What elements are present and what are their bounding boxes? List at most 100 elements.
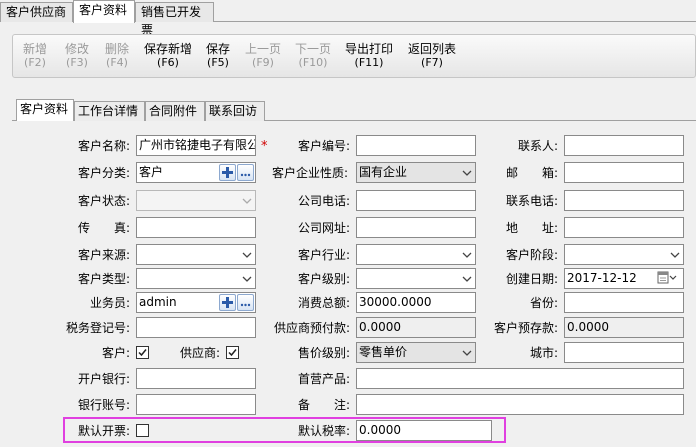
customer-status-select[interactable]: [136, 190, 256, 211]
add-salesman-button[interactable]: [219, 294, 236, 311]
company-nature-value: 国有企业: [359, 165, 408, 179]
price-level-label: 售价级别:: [298, 346, 351, 360]
required-mark: *: [261, 139, 268, 154]
company-phone-label: 公司电话:: [298, 194, 351, 208]
chevron-down-icon: [462, 348, 472, 358]
next-page-button[interactable]: 下一页 (F10): [295, 43, 331, 70]
browse-category-button[interactable]: [237, 164, 254, 181]
add-category-button[interactable]: [219, 164, 236, 181]
customer-no-input[interactable]: [356, 135, 476, 156]
customer-stage-select[interactable]: [564, 244, 684, 265]
is-supplier-checkbox[interactable]: [226, 346, 239, 359]
postcode-input[interactable]: [564, 162, 684, 183]
customer-prepay-label: 客户预存款:: [494, 321, 559, 335]
tax-reg-no-label: 税务登记号:: [66, 321, 131, 335]
postcode-label: 邮 箱:: [506, 166, 559, 180]
company-website-label: 公司网址:: [298, 221, 351, 235]
company-website-input[interactable]: [356, 217, 476, 238]
city-input[interactable]: [564, 342, 684, 363]
chevron-down-icon: [670, 250, 680, 260]
edit-button[interactable]: 修改 (F3): [65, 43, 89, 70]
supplier-prepay-label: 供应商预付款:: [274, 321, 351, 335]
fax-input[interactable]: [136, 217, 256, 238]
supplier-prepay-input: 0.0000: [356, 317, 476, 338]
customer-source-label: 客户来源:: [78, 248, 131, 262]
customer-industry-label: 客户行业:: [298, 248, 351, 262]
remark-input[interactable]: [356, 394, 684, 415]
created-date-label: 创建日期:: [506, 272, 559, 286]
customer-source-select[interactable]: [136, 244, 256, 265]
sub-tab-bar: 客户资料 工作台详情 合同附件 联系回访: [12, 99, 696, 122]
address-label: 地 址:: [506, 221, 559, 235]
save-button[interactable]: 保存 (F5): [206, 43, 230, 70]
province-label: 省份:: [530, 296, 559, 310]
calendar-icon[interactable]: [657, 271, 677, 285]
default-tax-rate-input[interactable]: 0.0000: [356, 420, 492, 441]
prev-page-button[interactable]: 上一页 (F9): [245, 43, 281, 70]
first-product-input[interactable]: [356, 368, 684, 389]
is-supplier-label: 供应商:: [180, 346, 221, 360]
price-level-select[interactable]: 零售单价: [356, 342, 476, 363]
customer-no-label: 客户编号:: [298, 139, 351, 153]
company-nature-label: 客户企业性质:: [272, 166, 349, 180]
delete-button[interactable]: 删除 (F4): [105, 43, 129, 70]
is-customer-checkbox[interactable]: [136, 346, 149, 359]
customer-status-label: 客户状态:: [78, 194, 131, 208]
ellipsis-icon: [240, 303, 251, 307]
company-phone-input[interactable]: [356, 190, 476, 211]
bank-account-label: 银行账号:: [78, 398, 131, 412]
contact-phone-input[interactable]: [564, 190, 684, 211]
customer-level-select[interactable]: [356, 268, 476, 289]
subtab-customer-info[interactable]: 客户资料: [16, 99, 74, 122]
tab-customer-supplier[interactable]: 客户供应商: [0, 2, 73, 22]
contact-phone-label: 联系电话:: [506, 194, 559, 208]
tax-reg-no-input[interactable]: [136, 317, 256, 338]
is-customer-label: 客户:: [102, 346, 131, 360]
chevron-down-icon: [242, 274, 252, 284]
toolbar: 新增 (F2) 修改 (F3) 删除 (F4) 保存新增 (F6) 保存 (F5) 上一页…: [12, 34, 696, 78]
default-invoice-label: 默认开票:: [78, 424, 131, 438]
plus-icon: [222, 297, 233, 308]
checkmark-icon: [228, 349, 237, 357]
subtab-contact-visit[interactable]: 联系回访: [205, 101, 265, 121]
province-input[interactable]: [564, 292, 684, 313]
contact-label: 联系人:: [518, 139, 559, 153]
bank-input[interactable]: [136, 368, 256, 389]
add-button[interactable]: 新增 (F2): [23, 43, 47, 70]
price-level-value: 零售单价: [359, 345, 408, 359]
subtab-workbench[interactable]: 工作台详情: [74, 101, 145, 121]
customer-prepay-input: 0.0000: [564, 317, 684, 338]
top-tab-bar: 客户供应商 客户资料 销售已开发票: [0, 0, 696, 37]
chevron-down-icon: [462, 250, 472, 260]
chevron-down-icon: [462, 274, 472, 284]
back-to-list-button[interactable]: 返回列表 (F7): [408, 43, 456, 70]
tab-sales-invoiced[interactable]: 销售已开发票: [135, 2, 214, 37]
customer-type-select[interactable]: [136, 268, 256, 289]
default-tax-rate-label: 默认税率:: [298, 424, 351, 438]
customer-type-label: 客户类型:: [78, 272, 131, 286]
export-print-button[interactable]: 导出打印 (F11): [345, 43, 393, 70]
company-nature-select[interactable]: 国有企业: [356, 162, 476, 183]
default-invoice-checkbox[interactable]: [136, 424, 149, 437]
customer-name-input[interactable]: 广州市铭捷电子有限公: [136, 135, 256, 156]
subtab-contract-attachment[interactable]: 合同附件: [145, 101, 205, 121]
customer-level-label: 客户级别:: [298, 272, 351, 286]
save-new-button[interactable]: 保存新增 (F6): [144, 43, 192, 70]
first-product-label: 首营产品:: [298, 372, 351, 386]
city-label: 城市:: [530, 346, 559, 360]
bank-label: 开户银行:: [78, 372, 131, 386]
tab-customer-info[interactable]: 客户资料: [73, 0, 135, 23]
plus-icon: [222, 167, 233, 178]
customer-industry-select[interactable]: [356, 244, 476, 265]
contact-input[interactable]: [564, 135, 684, 156]
customer-stage-label: 客户阶段:: [506, 248, 559, 262]
browse-salesman-button[interactable]: [237, 294, 254, 311]
total-spend-input[interactable]: 30000.0000: [356, 292, 476, 313]
chevron-down-icon: [242, 250, 252, 260]
checkmark-icon: [138, 349, 147, 357]
customer-category-label: 客户分类:: [78, 166, 131, 180]
address-input[interactable]: [564, 217, 684, 238]
fax-label: 传 真:: [78, 221, 131, 235]
chevron-down-icon: [462, 168, 472, 178]
bank-account-input[interactable]: [136, 394, 256, 415]
